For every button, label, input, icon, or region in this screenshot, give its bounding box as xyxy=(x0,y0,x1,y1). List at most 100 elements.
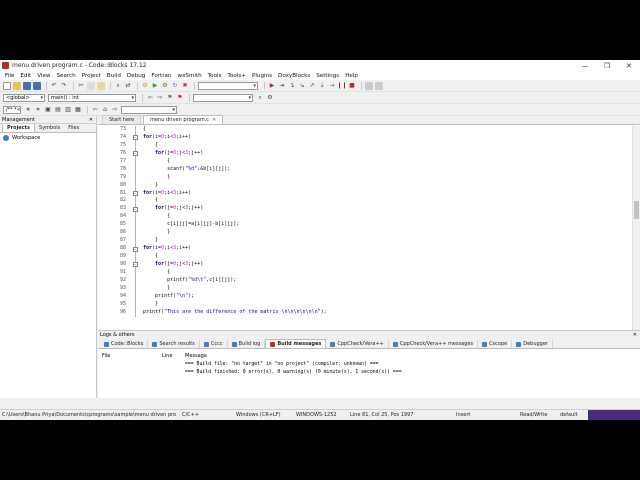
fortran-jump-home-icon[interactable]: ⌂ xyxy=(101,106,109,114)
code-line[interactable]: 76 − for(j=0;j<3;j++) xyxy=(98,149,632,158)
redo-icon[interactable]: ↷ xyxy=(60,82,68,90)
menu-tools-plus[interactable]: Tools+ xyxy=(225,73,249,79)
tab-codeblocks-log[interactable]: Code::Blocks xyxy=(100,340,149,348)
build-messages-list[interactable]: File Line Message === Build file: "no ta… xyxy=(98,349,640,389)
fold-toggle-icon[interactable]: − xyxy=(133,246,138,252)
fortran-combo[interactable]: ▾ xyxy=(121,105,177,114)
menu-doxyblocks[interactable]: DoxyBlocks xyxy=(275,73,313,79)
next-line-icon[interactable]: ↴ xyxy=(288,82,296,90)
extract-docs-icon[interactable]: ▤ xyxy=(54,106,62,114)
line-number[interactable]: 91 xyxy=(98,269,126,277)
debug-run-icon[interactable]: ▶ xyxy=(268,82,276,90)
code-line[interactable]: 91 { xyxy=(98,268,632,277)
code-line[interactable]: 84 { xyxy=(98,213,632,222)
code-line[interactable]: 93 } xyxy=(98,284,632,293)
replace-icon[interactable]: ⇄ xyxy=(124,82,132,90)
menu-search[interactable]: Search xyxy=(54,73,79,79)
abort-icon[interactable]: ✖ xyxy=(181,82,189,90)
close-button[interactable]: ✕ xyxy=(618,60,640,71)
scope-combo[interactable]: <global> ▾ xyxy=(3,93,45,102)
tab-start-here[interactable]: Start here xyxy=(102,115,142,124)
line-number[interactable]: 84 xyxy=(98,213,126,221)
menu-file[interactable]: File xyxy=(2,73,17,79)
build-and-run-icon[interactable]: ⚙ xyxy=(161,82,169,90)
menu-plugins[interactable]: Plugins xyxy=(249,73,275,79)
step-into-icon[interactable]: ↘ xyxy=(298,82,306,90)
tab-build-messages[interactable]: Build messages xyxy=(265,339,327,348)
debug-info-icon[interactable] xyxy=(375,81,383,90)
line-number[interactable]: 93 xyxy=(98,285,126,293)
menu-view[interactable]: View xyxy=(34,73,53,79)
function-combo[interactable]: main() : int ▾ xyxy=(48,93,136,102)
line-number[interactable]: 86 xyxy=(98,229,126,237)
search-combo[interactable]: ▾ xyxy=(193,93,253,102)
open-folder-icon[interactable] xyxy=(13,81,21,90)
code-line[interactable]: 95 } xyxy=(98,300,632,309)
maximize-button[interactable]: ❐ xyxy=(596,60,618,71)
line-number[interactable]: 75 xyxy=(98,142,126,150)
menu-build[interactable]: Build xyxy=(104,73,124,79)
code-line[interactable]: 86 } xyxy=(98,229,632,238)
line-number[interactable]: 79 xyxy=(98,174,126,182)
line-number[interactable]: 74 xyxy=(98,134,126,142)
undo-icon[interactable]: ↶ xyxy=(50,82,58,90)
menu-help[interactable]: Help xyxy=(342,73,361,79)
next-instruction-icon[interactable]: ⇣ xyxy=(318,82,326,90)
column-line[interactable]: Line xyxy=(162,353,172,359)
menu-debug[interactable]: Debug xyxy=(124,73,148,79)
break-debugger-icon[interactable]: ❙❙ xyxy=(337,82,347,90)
fortran-jump-forward-icon[interactable]: ⇨ xyxy=(111,106,119,114)
new-file-icon[interactable] xyxy=(3,81,11,90)
code-line[interactable]: 94 printf("\n"); xyxy=(98,292,632,301)
logs-close-icon[interactable]: ✕ xyxy=(633,331,637,339)
column-message[interactable]: Message xyxy=(185,353,207,359)
code-line[interactable]: 92 printf("%d\t",c[i][j]); xyxy=(98,276,632,285)
menu-settings[interactable]: Settings xyxy=(313,73,342,79)
tab-cscope[interactable]: Cscope xyxy=(478,340,513,348)
code-line[interactable]: 96 printf("This are the difference of the… xyxy=(98,308,632,317)
tab-debugger[interactable]: Debugger xyxy=(512,340,553,348)
line-number[interactable]: 80 xyxy=(98,182,126,190)
line-number[interactable]: 78 xyxy=(98,166,126,174)
line-number[interactable]: 83 xyxy=(98,205,126,213)
tab-close-icon[interactable]: ✕ xyxy=(212,117,216,123)
rebuild-icon[interactable]: ↻ xyxy=(171,82,179,90)
fold-toggle-icon[interactable]: − xyxy=(133,151,138,157)
code-line[interactable]: 75 { xyxy=(98,141,632,150)
search-options-icon[interactable]: ⚙ xyxy=(266,94,274,102)
tab-build-log[interactable]: Build log xyxy=(228,340,266,348)
line-number[interactable]: 76 xyxy=(98,150,126,158)
tab-search-results[interactable]: Search results xyxy=(148,340,200,348)
code-line[interactable]: 74 − for(i=0;i<3;i++) xyxy=(98,133,632,142)
code-line[interactable]: 87 } xyxy=(98,237,632,246)
step-into-instruction-icon[interactable]: ⇢ xyxy=(328,82,336,90)
paste-icon[interactable] xyxy=(97,81,105,90)
menu-wxsmith[interactable]: wxSmith xyxy=(175,73,205,79)
search-icon[interactable]: ⌕ xyxy=(256,94,264,102)
code-line[interactable]: 73 { xyxy=(98,126,632,134)
line-number[interactable]: 92 xyxy=(98,277,126,285)
line-number[interactable]: 94 xyxy=(98,293,126,301)
fold-toggle-icon[interactable]: − xyxy=(133,191,138,196)
html-docs-icon[interactable]: ▥ xyxy=(64,106,72,114)
toggle-bookmark-icon[interactable]: ⚑ xyxy=(176,94,184,102)
cut-icon[interactable]: ✂ xyxy=(77,82,85,90)
line-number[interactable]: 88 xyxy=(98,245,126,253)
minimize-button[interactable]: — xyxy=(574,60,596,71)
fold-toggle-icon[interactable]: − xyxy=(133,262,138,268)
code-line[interactable]: 83 − for(j=0;j<3;j++) xyxy=(98,205,632,214)
line-number[interactable]: 89 xyxy=(98,253,126,261)
fortran-jump-back-icon[interactable]: ⇦ xyxy=(91,106,99,114)
debugging-windows-icon[interactable] xyxy=(365,81,373,90)
line-number[interactable]: 82 xyxy=(98,197,126,205)
tab-cppcheck-messages[interactable]: CppCheck/Vera++ messages xyxy=(389,340,479,348)
tab-projects[interactable]: Projects xyxy=(2,123,36,132)
code-line[interactable]: 80 } xyxy=(98,181,632,190)
column-file[interactable]: File xyxy=(102,353,110,359)
tab-cccc[interactable]: Cccc xyxy=(200,340,228,348)
build-target-combo[interactable]: ▾ xyxy=(198,81,258,90)
line-number[interactable]: 85 xyxy=(98,221,126,229)
code-line[interactable]: 85 c[i][j]=a[i][j]-b[i][j]; xyxy=(98,221,632,230)
next-bookmark-icon[interactable]: ⚑ xyxy=(166,94,174,102)
menu-tools[interactable]: Tools xyxy=(205,73,225,79)
